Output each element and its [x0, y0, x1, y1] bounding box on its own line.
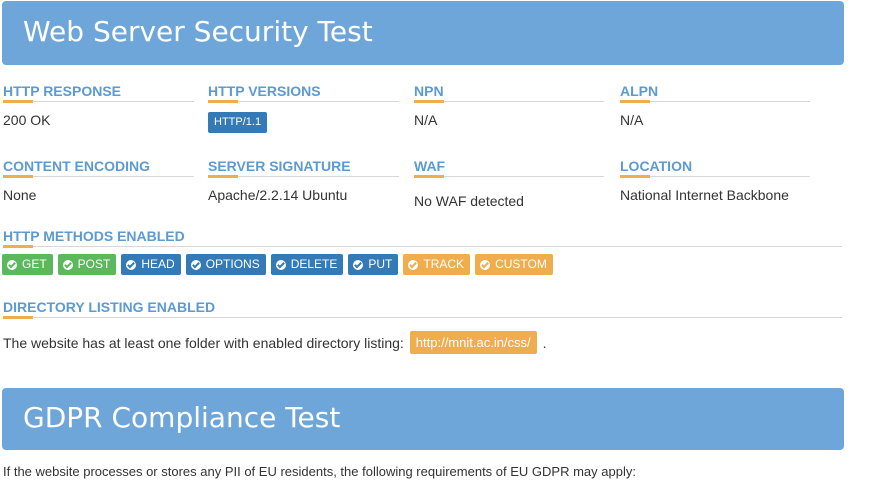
gdpr-compliance-test-header: GDPR Compliance Test [2, 388, 844, 450]
http-response-value: 200 OK [3, 112, 51, 128]
alpn-value: N/A [620, 112, 644, 128]
method-head-badge: HEAD [121, 254, 181, 275]
directory-listing-message: The website has at least one folder with… [3, 331, 547, 354]
check-icon [7, 259, 17, 270]
directory-listing-text: The website has at least one folder with… [3, 334, 404, 351]
http-response-label: HTTP RESPONSE [3, 82, 194, 103]
content-encoding-section: CONTENT ENCODING None [3, 157, 194, 203]
server-signature-value: Apache/2.2.14 Ubuntu [208, 187, 348, 203]
check-icon [408, 259, 419, 270]
directory-listing-section: DIRECTORY LISTING ENABLED [3, 298, 842, 319]
web-server-security-test-header: Web Server Security Test [2, 1, 844, 65]
http-versions-section: HTTP VERSIONS HTTP/1.1 [208, 82, 399, 133]
http-methods-section: HTTP METHODS ENABLED [3, 227, 842, 248]
directory-listing-label: DIRECTORY LISTING ENABLED [3, 298, 842, 319]
check-icon [126, 259, 137, 270]
location-section: LOCATION National Internet Backbone [620, 157, 810, 203]
method-delete-badge: DELETE [270, 254, 344, 275]
waf-value: No WAF detected [414, 193, 524, 209]
method-get-badge: GET [2, 254, 53, 275]
method-custom-badge: CUSTOM [475, 254, 553, 275]
check-icon [480, 259, 491, 270]
content-encoding-value: None [3, 187, 37, 203]
location-label: LOCATION [620, 157, 810, 178]
directory-listing-suffix: . [542, 334, 547, 351]
check-icon [275, 259, 286, 270]
alpn-section: ALPN N/A [620, 82, 810, 128]
gdpr-intro-text: If the website processes or stores any P… [3, 464, 636, 479]
http-methods-label: HTTP METHODS ENABLED [3, 227, 842, 248]
check-icon [190, 259, 201, 270]
http-methods-list: GET POST HEAD OPTIONS DELETE PUT TRACK C… [2, 254, 553, 275]
server-signature-label: SERVER SIGNATURE [208, 157, 399, 178]
check-icon [353, 259, 364, 270]
check-icon [62, 259, 73, 270]
waf-label: WAF [414, 157, 604, 178]
npn-value: N/A [414, 112, 438, 128]
location-value: National Internet Backbone [620, 187, 789, 203]
method-put-badge: PUT [348, 254, 399, 275]
method-options-badge: OPTIONS [185, 254, 266, 275]
directory-url-link[interactable]: http://mnit.ac.in/css/ [409, 331, 537, 354]
npn-label: NPN [414, 82, 604, 103]
method-track-badge: TRACK [403, 254, 471, 275]
http-version-badge: HTTP/1.1 [208, 112, 268, 133]
waf-section: WAF No WAF detected [414, 157, 604, 209]
method-post-badge: POST [57, 254, 117, 275]
npn-section: NPN N/A [414, 82, 604, 128]
http-response-section: HTTP RESPONSE 200 OK [3, 82, 194, 128]
alpn-label: ALPN [620, 82, 810, 103]
server-signature-section: SERVER SIGNATURE Apache/2.2.14 Ubuntu [208, 157, 399, 203]
content-encoding-label: CONTENT ENCODING [3, 157, 194, 178]
http-versions-label: HTTP VERSIONS [208, 82, 399, 103]
